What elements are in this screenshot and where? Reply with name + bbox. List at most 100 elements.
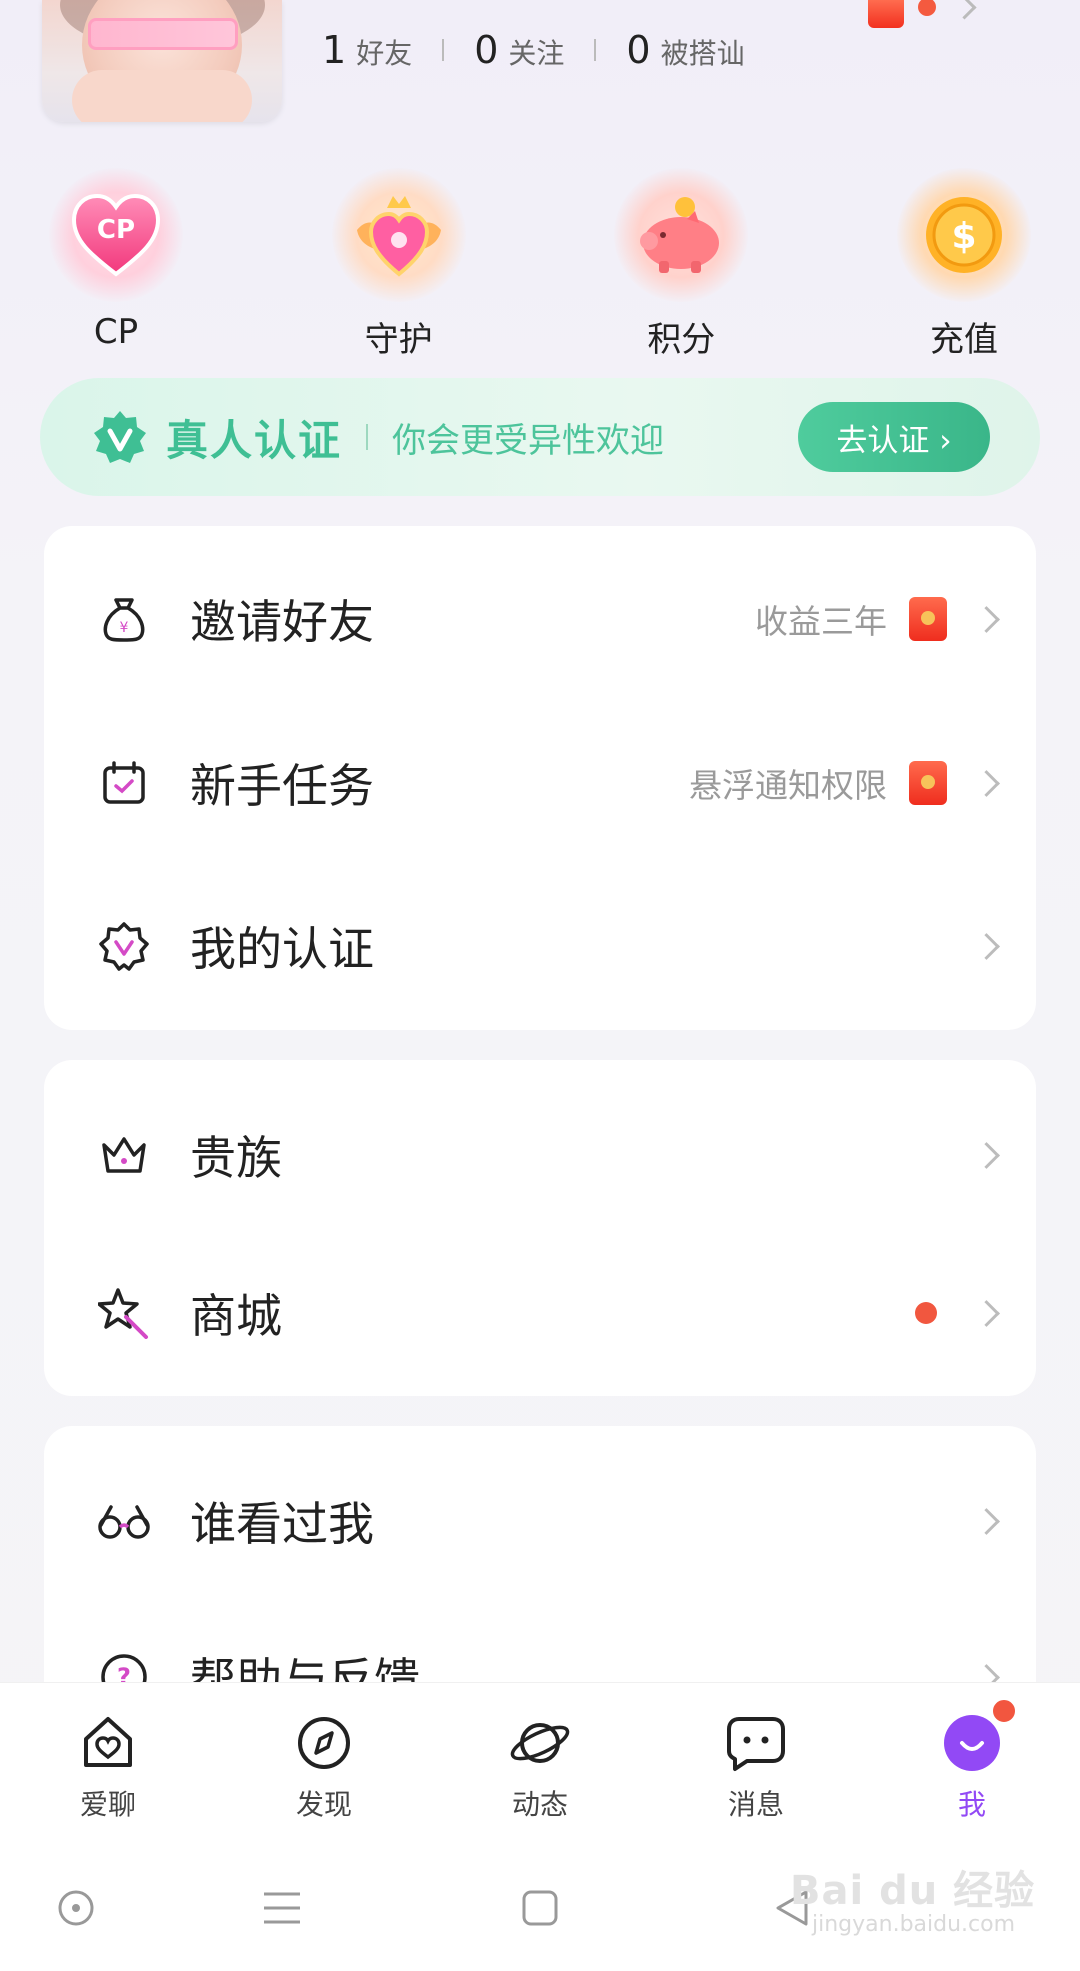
- menu-right: [973, 1507, 1000, 1535]
- chevron-right-icon: [973, 1507, 1000, 1535]
- menu-right: [973, 1141, 1000, 1169]
- menu-label: 邀请好友: [190, 595, 374, 649]
- home-heart-icon: [76, 1711, 140, 1775]
- menu-item-who-viewed-me[interactable]: 谁看过我: [44, 1456, 1036, 1586]
- red-packet-icon[interactable]: [868, 0, 904, 28]
- coin-symbol: $: [951, 216, 976, 257]
- shortcut-row: CP CP 守护 积分 $ 充值: [40, 168, 1040, 361]
- verified-badge-icon: [96, 918, 152, 974]
- cp-badge-text: CP: [97, 215, 135, 245]
- stat-friends[interactable]: 1 好友: [322, 28, 412, 72]
- menu-item-shop[interactable]: 商城: [44, 1248, 1036, 1378]
- watermark-logo: Bai du 经验: [790, 1868, 1036, 1914]
- go-verify-button[interactable]: 去认证 ›: [798, 402, 990, 472]
- assistant-circle-icon[interactable]: [56, 1888, 96, 1928]
- verify-title: 真人认证: [166, 415, 343, 465]
- calendar-check-icon: [96, 755, 152, 811]
- chevron-right-icon: [973, 605, 1000, 633]
- menu-right: 悬浮通知权限: [689, 759, 1000, 807]
- menu-label: 商城: [190, 1289, 282, 1343]
- svg-text:¥: ¥: [120, 620, 129, 636]
- red-packet-icon: [909, 761, 947, 805]
- crown-icon: [96, 1127, 152, 1183]
- shortcut-guard[interactable]: 守护: [323, 168, 475, 361]
- cp-heart-icon: CP: [49, 168, 183, 302]
- verify-subtitle: 你会更受异性欢迎: [392, 420, 665, 461]
- tab-me[interactable]: 我: [864, 1683, 1080, 1845]
- bottom-tab-bar: 爱聊 发现 动态 消息 我: [0, 1682, 1080, 1845]
- chevron-right-icon: [973, 932, 1000, 960]
- shortcut-label: 积分: [647, 320, 716, 360]
- avatar[interactable]: [42, 0, 282, 122]
- stat-following-count: 0: [474, 28, 499, 72]
- money-bag-icon: ¥: [96, 591, 152, 647]
- stat-following[interactable]: 0 关注: [474, 28, 564, 72]
- menu-label: 新手任务: [190, 759, 374, 813]
- tab-messages[interactable]: 消息: [648, 1683, 864, 1845]
- shortcut-points[interactable]: 积分: [605, 168, 757, 361]
- menu-lines-icon[interactable]: [262, 1890, 302, 1926]
- header-right-icons[interactable]: [868, 0, 977, 28]
- verify-divider: [366, 424, 369, 450]
- chat-bubble-icon: [724, 1711, 788, 1775]
- profile-stats: 1 好友 0 关注 0 被搭讪: [322, 22, 745, 78]
- chevron-right-icon: [973, 1299, 1000, 1327]
- verified-v-icon: [94, 411, 146, 463]
- menu-card-primary: ¥ 邀请好友 收益三年 新手任务 悬浮通知权限 我的认证: [44, 526, 1036, 1030]
- me-face-icon: [940, 1697, 1018, 1775]
- chevron-right-icon: [973, 769, 1000, 797]
- menu-hint: 悬浮通知权限: [689, 766, 887, 805]
- menu-item-nobility[interactable]: 贵族: [44, 1090, 1036, 1220]
- tab-chat[interactable]: 爱聊: [0, 1683, 216, 1845]
- menu-item-invite-friends[interactable]: ¥ 邀请好友 收益三年: [44, 554, 1036, 684]
- piggy-bank-icon: [614, 168, 749, 302]
- menu-item-my-verification[interactable]: 我的认证: [44, 881, 1036, 1011]
- magic-wand-icon: [96, 1285, 152, 1341]
- stat-divider: [442, 39, 445, 61]
- tab-label: 我: [957, 1788, 986, 1821]
- real-person-verify-banner[interactable]: 真人认证 你会更受异性欢迎 去认证 ›: [40, 378, 1040, 496]
- chevron-right-icon[interactable]: [952, 0, 977, 20]
- stat-approached-count: 0: [626, 28, 651, 72]
- avatar-hands: [72, 70, 252, 122]
- menu-right: [915, 1299, 1000, 1327]
- menu-label: 我的认证: [190, 922, 374, 976]
- menu-label: 谁看过我: [190, 1497, 374, 1551]
- red-packet-icon: [909, 597, 947, 641]
- tab-label: 动态: [511, 1788, 568, 1821]
- home-square-icon[interactable]: [520, 1888, 560, 1928]
- menu-hint: 收益三年: [755, 602, 887, 641]
- menu-item-newbie-tasks[interactable]: 新手任务 悬浮通知权限: [44, 718, 1036, 848]
- notification-dot: [918, 0, 936, 16]
- tab-label: 爱聊: [79, 1788, 136, 1821]
- tab-moments[interactable]: 动态: [432, 1683, 648, 1845]
- coin-icon: $: [896, 168, 1031, 302]
- stat-divider: [594, 39, 597, 61]
- tab-label: 消息: [727, 1788, 784, 1821]
- menu-right: [973, 932, 1000, 960]
- stat-following-label: 关注: [508, 37, 565, 70]
- new-dot: [915, 1302, 937, 1324]
- shortcut-cp[interactable]: CP CP: [40, 168, 192, 361]
- menu-card-secondary: 贵族 商城: [44, 1060, 1036, 1396]
- tab-discover[interactable]: 发现: [216, 1683, 432, 1845]
- stat-approached[interactable]: 0 被搭讪: [626, 28, 744, 72]
- tab-label: 发现: [295, 1788, 352, 1821]
- avatar-glasses: [88, 18, 238, 50]
- watermark-url: jingyan.baidu.com: [812, 1912, 1016, 1937]
- chevron-right-icon: [973, 1141, 1000, 1169]
- glasses-icon: [96, 1493, 152, 1549]
- stat-approached-label: 被搭讪: [660, 37, 745, 70]
- shortcut-label: 充值: [929, 320, 998, 360]
- stat-friends-label: 好友: [356, 37, 413, 70]
- notification-dot: [990, 1697, 1018, 1725]
- shortcut-recharge[interactable]: $ 充值: [888, 168, 1040, 361]
- menu-card-tertiary: 谁看过我 ? 帮助与反馈: [44, 1426, 1036, 1716]
- compass-icon: [292, 1711, 356, 1775]
- guard-shield-icon: [331, 168, 466, 302]
- shortcut-label: 守护: [364, 320, 433, 360]
- planet-icon: [508, 1711, 572, 1775]
- menu-label: 贵族: [190, 1131, 282, 1185]
- menu-right: 收益三年: [755, 595, 1000, 643]
- stat-friends-count: 1: [322, 28, 347, 72]
